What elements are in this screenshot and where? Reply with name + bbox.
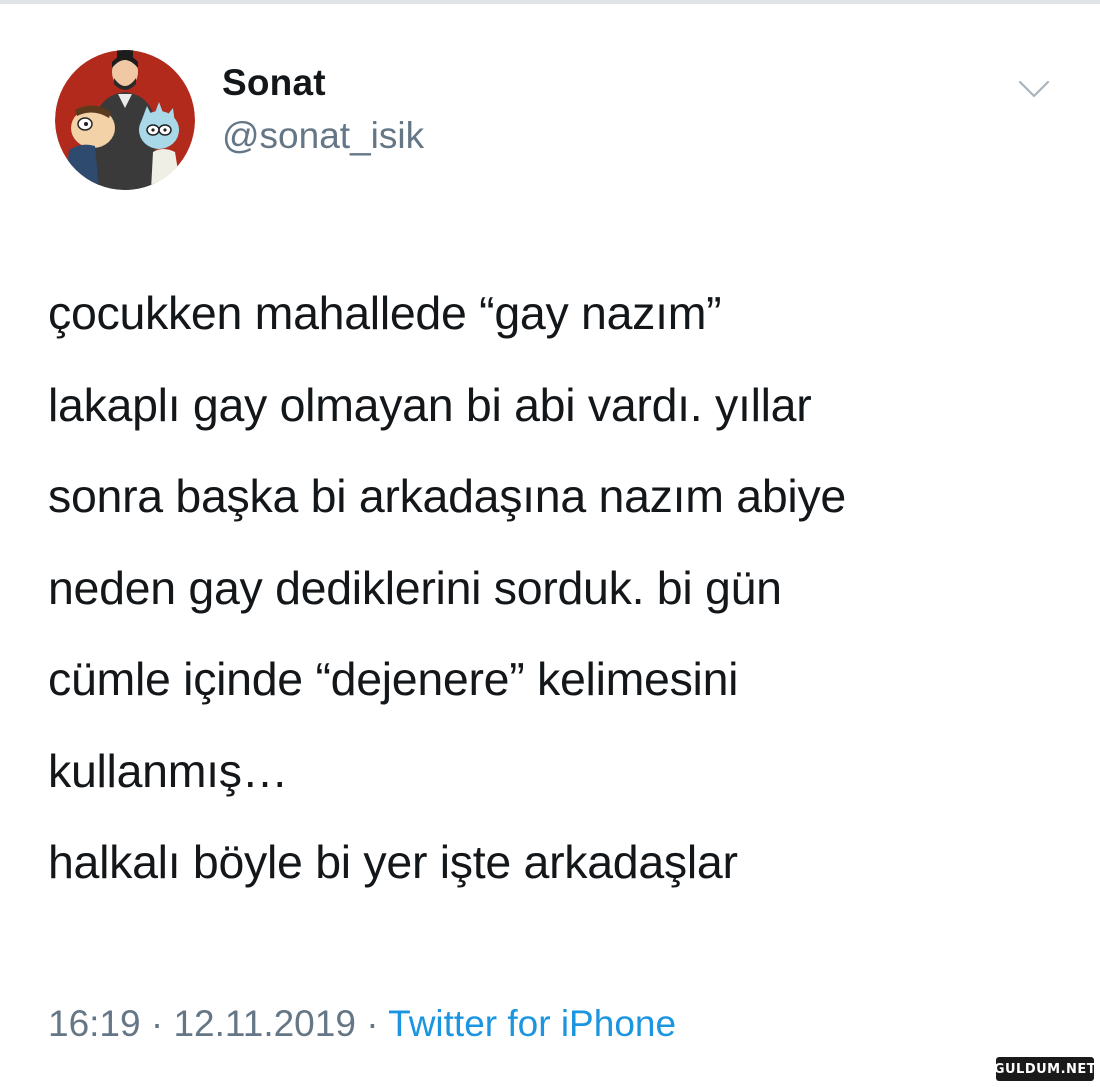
avatar-image bbox=[55, 50, 195, 190]
meta-separator: · bbox=[140, 1003, 174, 1044]
display-name[interactable]: Sonat bbox=[222, 62, 326, 104]
tweet-text-line: neden gay dediklerini sorduk. bi gün bbox=[48, 561, 782, 614]
meta-separator: · bbox=[355, 1003, 389, 1044]
tweet-text-line: sonra başka bi arkadaşına nazım abiye bbox=[48, 470, 846, 522]
tweet-date[interactable]: 12.11.2019 bbox=[173, 1003, 355, 1044]
tweet-source-link[interactable]: Twitter for iPhone bbox=[388, 1003, 676, 1044]
tweet-time[interactable]: 16:19 bbox=[48, 1003, 141, 1044]
watermark-logo: GULDUM.NET bbox=[994, 1057, 1096, 1081]
user-handle[interactable]: @sonat_isik bbox=[222, 115, 424, 157]
avatar[interactable] bbox=[55, 50, 195, 190]
tweet-text-line: lakaplı gay olmayan bi abi vardı. yıllar bbox=[48, 378, 812, 431]
tweet-text-line: halkalı böyle bi yer işte arkadaşlar bbox=[48, 836, 738, 888]
tweet-text-line: cümle içinde “dejenere” kelimesini bbox=[48, 653, 739, 705]
tweet-meta: 16:19 · 12.11.2019 · Twitter for iPhone bbox=[48, 1003, 676, 1045]
tweet-text: çocukken mahallede “gay nazım” lakaplı g… bbox=[48, 268, 1078, 909]
tweet-text-line: çocukken mahallede “gay nazım” bbox=[48, 287, 722, 339]
tweet-card: Sonat @sonat_isik çocukken mahallede “ga… bbox=[0, 0, 1100, 1087]
tweet-text-line: kullanmış… bbox=[48, 744, 288, 797]
chevron-down-icon[interactable] bbox=[1014, 76, 1054, 102]
